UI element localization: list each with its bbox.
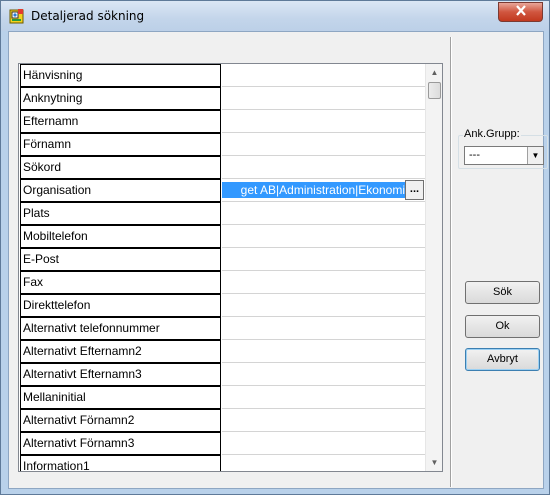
grid-row: Hänvisning <box>19 64 425 87</box>
search-dialog: Detaljerad sökning Hänvisning Anknytning E… <box>0 0 550 495</box>
field-label: E-Post <box>20 248 221 271</box>
field-value-input[interactable] <box>222 340 425 363</box>
grid-row: Anknytning <box>19 87 425 110</box>
grid-row: Plats <box>19 202 425 225</box>
chevron-down-icon[interactable]: ▼ <box>527 147 543 164</box>
field-value-input[interactable] <box>222 317 425 340</box>
field-label: Alternativt Förnamn3 <box>20 432 221 455</box>
search-button[interactable]: Sök <box>465 281 540 304</box>
window-title: Detaljerad sökning <box>31 9 145 23</box>
field-label: Mellaninitial <box>20 386 221 409</box>
app-icon <box>9 8 25 24</box>
field-label: Alternativt telefonnummer <box>20 317 221 340</box>
grid-row: Mellaninitial <box>19 386 425 409</box>
vertical-divider <box>450 37 452 487</box>
field-label: Organisation <box>20 179 221 202</box>
grid-row: Alternativt Förnamn3 <box>19 432 425 455</box>
field-value-input[interactable] <box>222 64 425 87</box>
field-value-input[interactable] <box>222 409 425 432</box>
field-value-input[interactable] <box>222 156 425 179</box>
cancel-button[interactable]: Avbryt <box>465 348 540 371</box>
ok-button[interactable]: Ok <box>465 315 540 338</box>
vertical-scrollbar[interactable]: ▲ ▼ <box>425 64 442 471</box>
grid-row: Fax <box>19 271 425 294</box>
grid-row: Alternativt Förnamn2 <box>19 409 425 432</box>
dialog-body: Hänvisning Anknytning Efternamn Förnamn Söko… <box>8 31 548 489</box>
close-button[interactable] <box>498 2 543 22</box>
grid-row: Alternativt Efternamn2 <box>19 340 425 363</box>
browse-button[interactable]: ... <box>405 180 424 200</box>
field-value-input[interactable] <box>222 225 425 248</box>
close-icon <box>515 5 527 19</box>
search-field-grid: Hänvisning Anknytning Efternamn Förnamn Söko… <box>18 63 443 472</box>
field-value-input[interactable] <box>222 386 425 409</box>
field-value-input[interactable] <box>222 294 425 317</box>
title-bar[interactable]: Detaljerad sökning <box>1 1 549 31</box>
grid-row: Alternativt telefonnummer <box>19 317 425 340</box>
field-label: Mobiltelefon <box>20 225 221 248</box>
field-label: Förnamn <box>20 133 221 156</box>
grid-row: E-Post <box>19 248 425 271</box>
field-label: Fax <box>20 271 221 294</box>
grid-row: Mobiltelefon <box>19 225 425 248</box>
grid-row: Efternamn <box>19 110 425 133</box>
field-label: Direkttelefon <box>20 294 221 317</box>
field-value-input[interactable] <box>222 455 425 471</box>
ank-grupp-label: Ank.Grupp: <box>463 128 521 140</box>
grid-row: Sökord <box>19 156 425 179</box>
grid-row: Förnamn <box>19 133 425 156</box>
field-label: Sökord <box>20 156 221 179</box>
field-label: Information1 <box>20 455 221 471</box>
field-value-input[interactable] <box>222 133 425 156</box>
selected-value-text[interactable]: get AB|Administration|Ekonomi <box>222 182 405 198</box>
field-value-input[interactable]: get AB|Administration|Ekonomi... <box>222 179 425 202</box>
scroll-up-icon[interactable]: ▲ <box>426 64 442 81</box>
field-label: Alternativt Efternamn3 <box>20 363 221 386</box>
field-value-input[interactable] <box>222 271 425 294</box>
field-label: Efternamn <box>20 110 221 133</box>
grid-row: Information1 <box>19 455 425 471</box>
field-value-input[interactable] <box>222 110 425 133</box>
grid-row: Direkttelefon <box>19 294 425 317</box>
scroll-down-icon[interactable]: ▼ <box>426 454 442 471</box>
grid-row: Organisation get AB|Administration|Ekonom… <box>19 179 425 202</box>
scroll-thumb[interactable] <box>428 82 441 99</box>
field-label: Alternativt Efternamn2 <box>20 340 221 363</box>
field-value-input[interactable] <box>222 87 425 110</box>
ank-grupp-combobox[interactable]: --- ▼ <box>464 146 544 165</box>
field-value-input[interactable] <box>222 363 425 386</box>
grid-row: Alternativt Efternamn3 <box>19 363 425 386</box>
field-label: Alternativt Förnamn2 <box>20 409 221 432</box>
field-value-input[interactable] <box>222 202 425 225</box>
field-value-input[interactable] <box>222 432 425 455</box>
field-value-input[interactable] <box>222 248 425 271</box>
field-label: Anknytning <box>20 87 221 110</box>
ank-grupp-value: --- <box>469 149 480 161</box>
field-label: Plats <box>20 202 221 225</box>
field-label: Hänvisning <box>20 64 221 87</box>
